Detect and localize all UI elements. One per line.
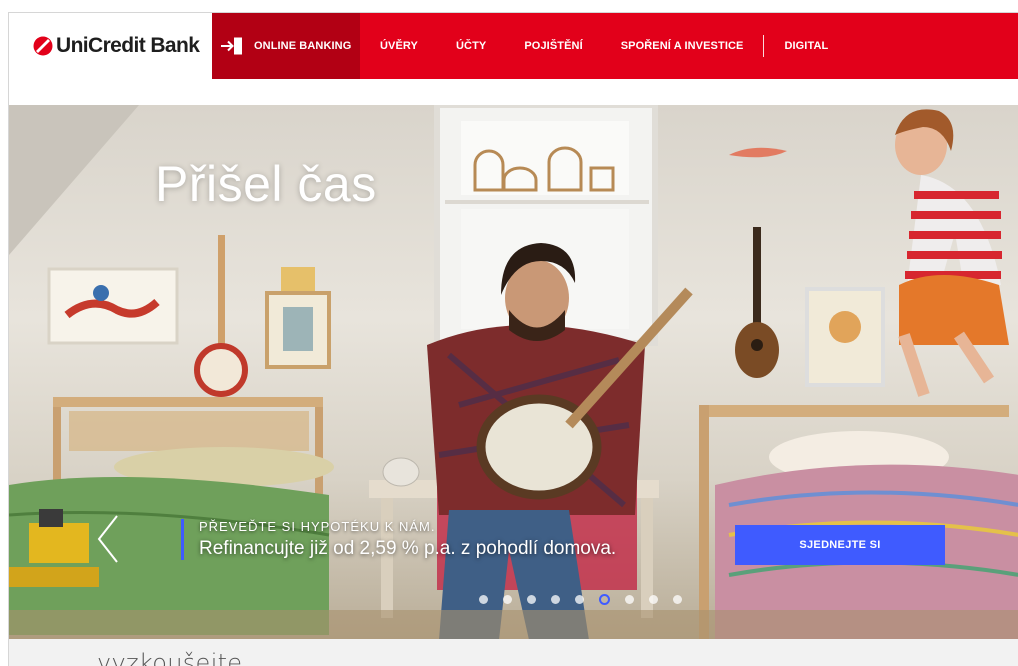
- carousel-dot[interactable]: [551, 595, 560, 604]
- nav-item-ucty[interactable]: ÚČTY: [456, 40, 486, 52]
- carousel-dot[interactable]: [479, 595, 488, 604]
- hero-carousel: Přišel čas PŘEVEĎTE SI HYPOTÉKU K NÁM. R…: [9, 105, 1018, 639]
- nav-item-pojisteni[interactable]: POJIŠTĚNÍ: [524, 40, 582, 52]
- carousel-dot[interactable]: [575, 595, 584, 604]
- section-bar: vyzkoušejte: [9, 639, 1018, 666]
- promo-text: Refinancujte již od 2,59 % p.a. z pohodl…: [199, 538, 617, 559]
- unicredit-logo-icon: [33, 36, 53, 56]
- promo-kicker: PŘEVEĎTE SI HYPOTÉKU K NÁM.: [199, 519, 436, 534]
- brand-name: UniCredit Bank: [56, 34, 200, 57]
- carousel-dot[interactable]: [673, 595, 682, 604]
- main-nav: ONLINE BANKING ÚVĚRY ÚČTY POJIŠTĚNÍ SPOŘ…: [212, 13, 1018, 79]
- carousel-dot-active[interactable]: [599, 594, 610, 605]
- site-header: UniCredit Bank ONLINE BANKING ÚVĚRY ÚČTY…: [9, 13, 1018, 79]
- hero-promo: PŘEVEĎTE SI HYPOTÉKU K NÁM. Refinancujte…: [181, 519, 616, 560]
- nav-item-digital[interactable]: DIGITAL: [784, 40, 828, 52]
- nav-online-banking[interactable]: ONLINE BANKING: [212, 13, 360, 79]
- nav-separator: [763, 35, 765, 57]
- carousel-dot[interactable]: [625, 595, 634, 604]
- nav-online-banking-label: ONLINE BANKING: [254, 40, 352, 52]
- sjednejte-si-button[interactable]: SJEDNEJTE SI: [735, 525, 945, 565]
- carousel-dots: [479, 594, 682, 605]
- section-title: vyzkoušejte: [97, 649, 243, 666]
- brand-logo[interactable]: UniCredit Bank: [9, 13, 212, 79]
- page-frame: UniCredit Bank ONLINE BANKING ÚVĚRY ÚČTY…: [8, 12, 1018, 666]
- nav-item-uvery[interactable]: ÚVĚRY: [380, 40, 418, 52]
- hero-title: Přišel čas: [155, 156, 377, 212]
- carousel-dot[interactable]: [503, 595, 512, 604]
- nav-item-sporeni-investice[interactable]: SPOŘENÍ A INVESTICE: [621, 40, 744, 52]
- carousel-dot[interactable]: [649, 595, 658, 604]
- carousel-dot[interactable]: [527, 595, 536, 604]
- carousel-prev-icon[interactable]: [93, 513, 123, 565]
- login-arrow-icon: [221, 37, 242, 55]
